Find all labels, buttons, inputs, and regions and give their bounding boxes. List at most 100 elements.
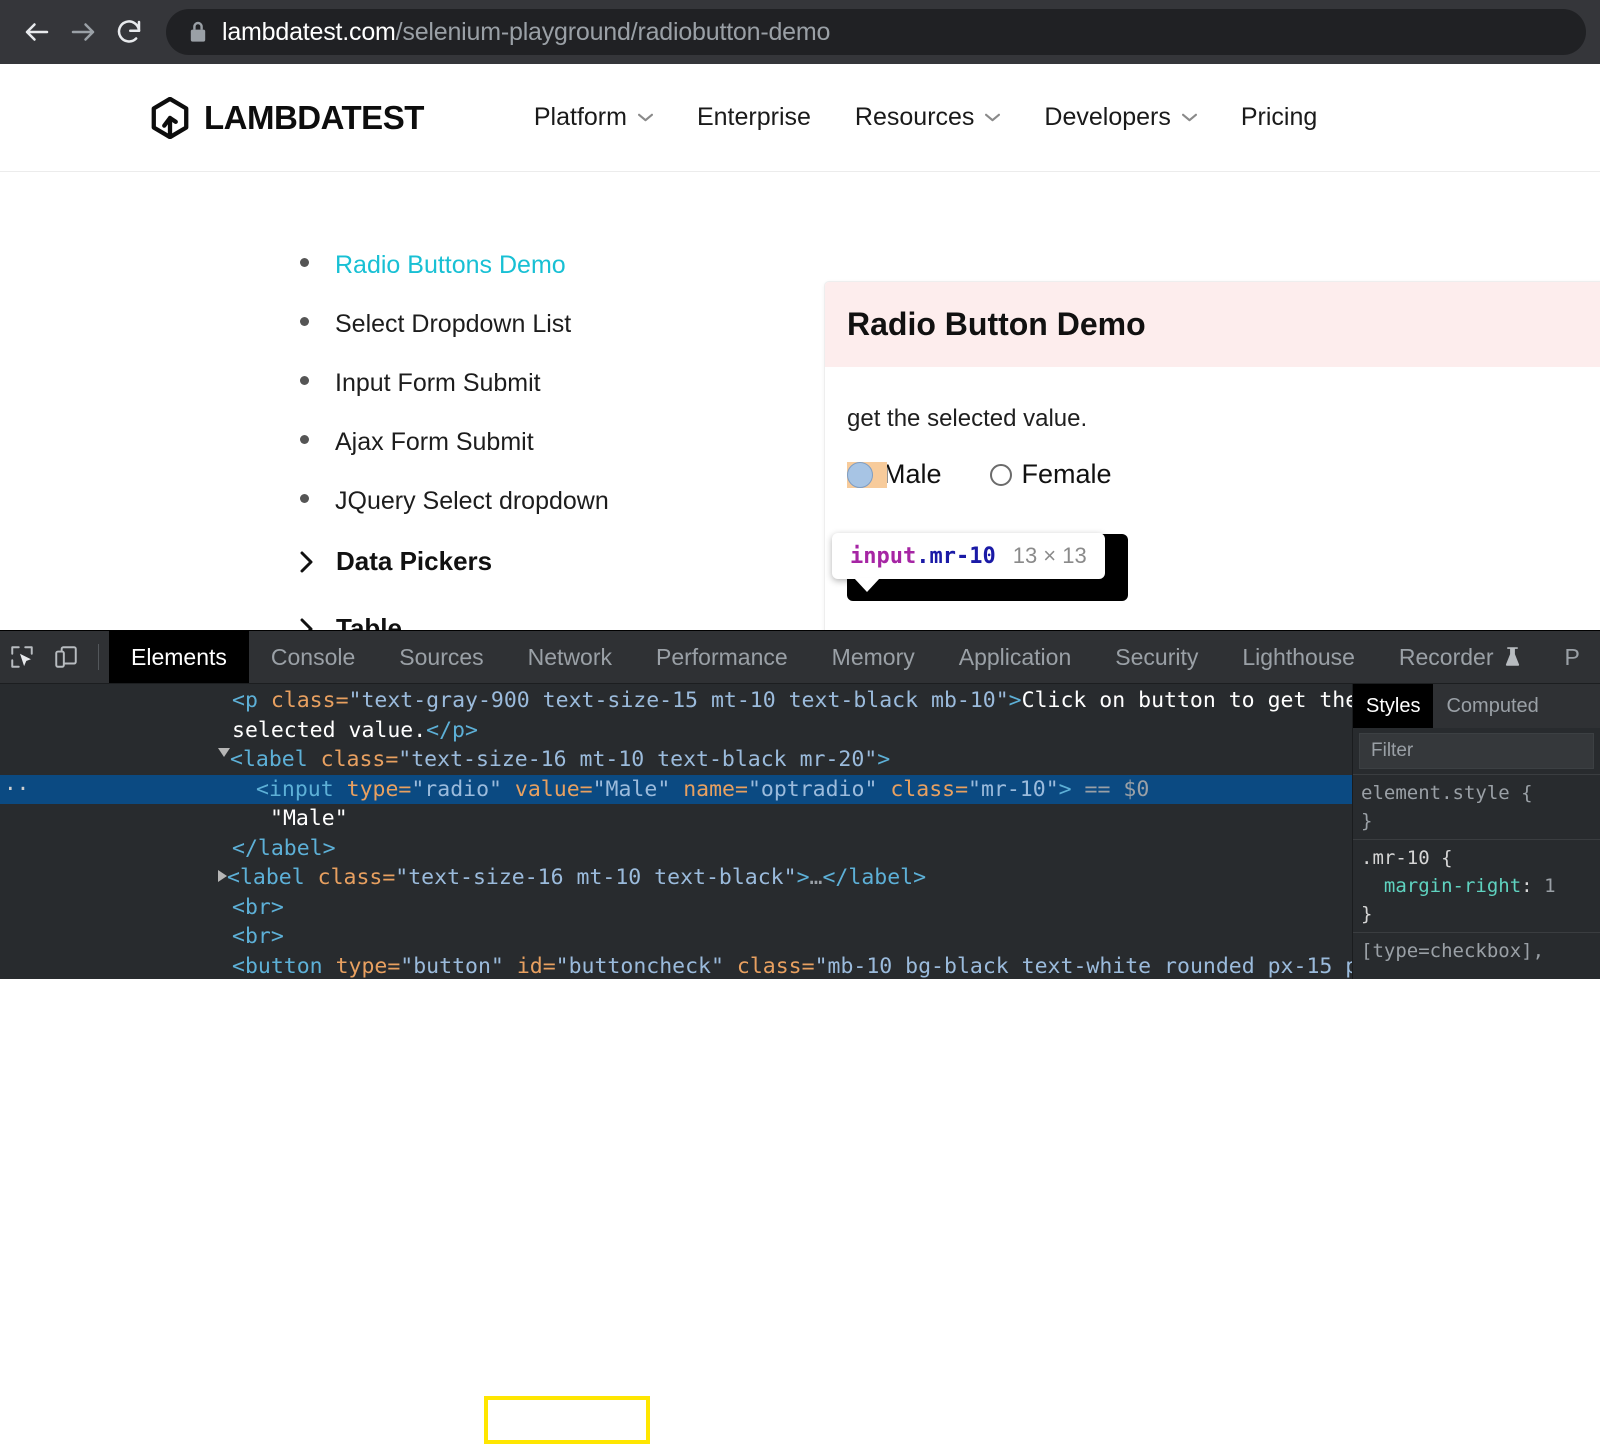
tab-memory[interactable]: Memory: [810, 631, 937, 684]
expand-triangle-icon: [218, 748, 230, 763]
page-viewport: LAMBDATEST Platform Enterprise Resources…: [0, 64, 1600, 630]
devtools-panel: Elements Console Sources Network Perform…: [0, 630, 1600, 978]
bullet-icon: [300, 435, 309, 444]
radio-male-input[interactable]: [847, 462, 873, 488]
dom-line[interactable]: <p class="text-gray-900 text-size-15 mt-…: [0, 686, 1352, 716]
style-rule-element-style[interactable]: element.style { }: [1353, 774, 1600, 839]
dom-line[interactable]: selected value.</p>: [0, 716, 1352, 746]
bullet-icon: [300, 376, 309, 385]
inspect-element-button[interactable]: [0, 635, 44, 679]
chevron-down-icon: [985, 113, 1000, 122]
list-item-label: Select Dropdown List: [335, 310, 571, 339]
dom-line[interactable]: <label class="text-size-16 mt-10 text-bl…: [0, 745, 1352, 775]
dom-line[interactable]: <button type="button" id="buttoncheck" c…: [0, 952, 1352, 980]
bullet-icon: [300, 258, 309, 267]
dom-line[interactable]: <br>: [0, 922, 1352, 952]
radio-option-female[interactable]: Female: [990, 459, 1112, 490]
dom-line-selected[interactable]: ··<input type="radio" value="Male" name=…: [0, 775, 1352, 805]
reload-button[interactable]: [106, 9, 152, 55]
tooltip-class-name: .mr-10: [916, 544, 995, 569]
attribute-highlight-box: [484, 1396, 650, 1444]
bullet-icon: [300, 317, 309, 326]
nav-item-label: Resources: [855, 103, 975, 132]
nav-item-developers[interactable]: Developers: [1022, 103, 1218, 132]
list-group-label: Table: [336, 613, 402, 630]
radio-female-input[interactable]: [990, 464, 1012, 486]
list-item-radio-buttons-demo[interactable]: Radio Buttons Demo: [300, 251, 820, 280]
list-item-label: JQuery Select dropdown: [335, 487, 609, 516]
tab-lighthouse[interactable]: Lighthouse: [1220, 631, 1377, 684]
inspect-element-icon: [9, 644, 35, 670]
list-group-label: Data Pickers: [336, 546, 492, 577]
tab-p-truncated[interactable]: P: [1543, 631, 1600, 684]
nav-item-label: Platform: [534, 103, 627, 132]
card-hint-text: get the selected value.: [847, 405, 1591, 433]
radio-row: Male Female: [847, 459, 1591, 490]
styles-pane: Styles Computed Filter element.style { }…: [1352, 684, 1600, 979]
nav-item-pricing[interactable]: Pricing: [1219, 103, 1339, 132]
tab-elements[interactable]: Elements: [109, 631, 249, 684]
tab-recorder-label: Recorder: [1399, 644, 1494, 671]
tab-security[interactable]: Security: [1093, 631, 1220, 684]
styles-tabbar: Styles Computed: [1353, 684, 1600, 728]
highlight-content-box: [847, 462, 873, 488]
style-rule-mr-10[interactable]: .mr-10 { margin-right: 1 }: [1353, 839, 1600, 932]
styles-filter-input[interactable]: Filter: [1359, 733, 1594, 769]
nav-item-enterprise[interactable]: Enterprise: [675, 103, 833, 132]
nav-item-label: Pricing: [1241, 103, 1317, 132]
arrow-left-icon: [22, 17, 52, 47]
tooltip-arrow-icon: [854, 578, 880, 592]
list-item-label: Ajax Form Submit: [335, 428, 534, 457]
list-group-table[interactable]: Table: [300, 613, 820, 630]
browser-toolbar: lambdatest.com/selenium-playground/radio…: [0, 0, 1600, 64]
nav-item-resources[interactable]: Resources: [833, 103, 1023, 132]
main-nav: Platform Enterprise Resources Developers…: [512, 103, 1339, 132]
flask-icon: [1504, 647, 1521, 668]
reload-icon: [114, 17, 144, 47]
dom-line[interactable]: "Male": [0, 804, 1352, 834]
lock-icon: [188, 20, 208, 44]
arrow-right-icon: [68, 17, 98, 47]
tab-recorder[interactable]: Recorder: [1377, 631, 1543, 684]
device-toolbar-icon: [53, 644, 79, 670]
card-header: Radio Button Demo: [825, 282, 1600, 367]
toolbar-divider: [98, 644, 99, 670]
style-rule-type-checkbox[interactable]: [type=checkbox],: [1353, 932, 1600, 969]
chevron-right-icon: [300, 618, 314, 631]
tab-performance[interactable]: Performance: [634, 631, 810, 684]
tab-computed[interactable]: Computed: [1433, 684, 1551, 728]
logo[interactable]: LAMBDATEST: [150, 97, 424, 139]
card-title: Radio Button Demo: [847, 306, 1146, 343]
url-domain: lambdatest.com: [222, 18, 396, 46]
list-item-label: Input Form Submit: [335, 369, 541, 398]
radio-option-male[interactable]: Male: [847, 459, 942, 490]
list-item-label: Radio Buttons Demo: [335, 251, 566, 280]
tab-console[interactable]: Console: [249, 631, 377, 684]
tooltip-tag-name: input: [850, 544, 916, 569]
dom-line[interactable]: <br>: [0, 893, 1352, 923]
tab-styles[interactable]: Styles: [1353, 684, 1433, 728]
page-body: Radio Buttons Demo Select Dropdown List …: [0, 173, 1600, 630]
list-item-input-form-submit[interactable]: Input Form Submit: [300, 369, 820, 398]
list-item-select-dropdown-list[interactable]: Select Dropdown List: [300, 310, 820, 339]
dom-line[interactable]: </label>: [0, 834, 1352, 864]
forward-button[interactable]: [60, 9, 106, 55]
radio-label-male: Male: [883, 459, 942, 490]
playground-list: Radio Buttons Demo Select Dropdown List …: [300, 251, 820, 630]
list-item-ajax-form-submit[interactable]: Ajax Form Submit: [300, 428, 820, 457]
chevron-right-icon: [300, 551, 314, 573]
collapse-triangle-icon: [218, 870, 227, 882]
device-toolbar-button[interactable]: [44, 635, 88, 679]
dom-tree-pane[interactable]: <p class="text-gray-900 text-size-15 mt-…: [0, 684, 1352, 979]
address-bar[interactable]: lambdatest.com/selenium-playground/radio…: [166, 9, 1586, 55]
nav-item-platform[interactable]: Platform: [512, 103, 675, 132]
tab-network[interactable]: Network: [506, 631, 634, 684]
back-button[interactable]: [14, 9, 60, 55]
list-item-jquery-select-dropdown[interactable]: JQuery Select dropdown: [300, 487, 820, 516]
dom-line[interactable]: <label class="text-size-16 mt-10 text-bl…: [0, 863, 1352, 893]
nav-item-label: Developers: [1044, 103, 1170, 132]
tab-sources[interactable]: Sources: [377, 631, 505, 684]
tab-application[interactable]: Application: [937, 631, 1094, 684]
url-path: /selenium-playground/radiobutton-demo: [396, 18, 831, 46]
list-group-data-pickers[interactable]: Data Pickers: [300, 546, 820, 577]
